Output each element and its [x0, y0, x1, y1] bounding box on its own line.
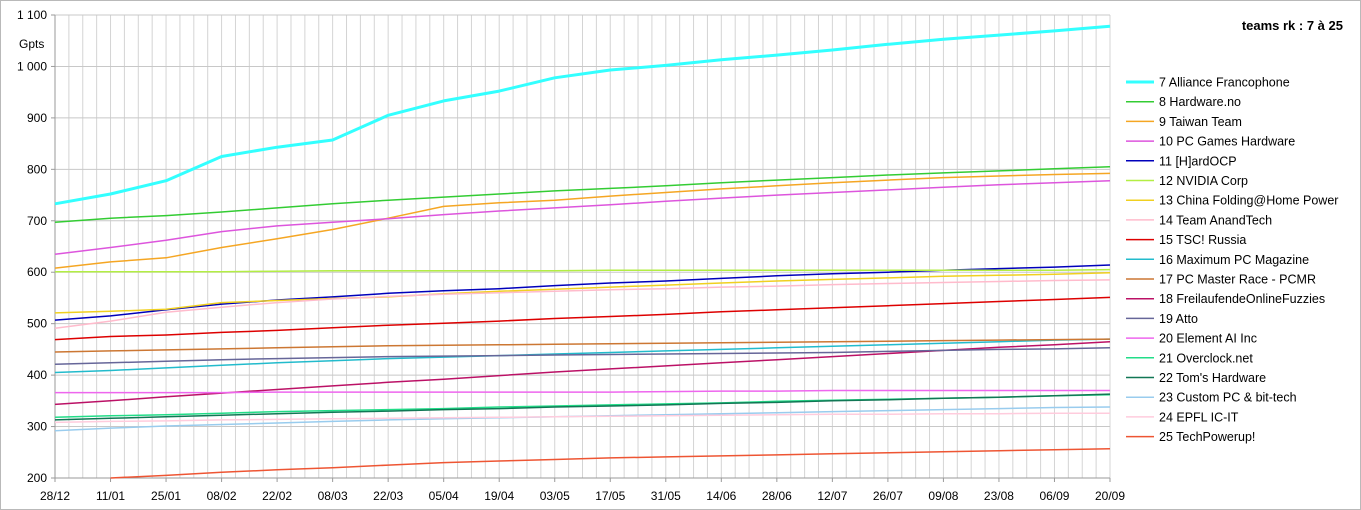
- legend-entry-label: 9 Taiwan Team: [1159, 115, 1242, 129]
- y-axis-unit-label: Gpts: [19, 37, 45, 51]
- x-tick-label: 28/06: [762, 489, 792, 503]
- legend-entry-label: 8 Hardware.no: [1159, 95, 1241, 109]
- y-tick-label: 900: [27, 111, 47, 125]
- legend-entry-label: 13 China Folding@Home Power: [1159, 194, 1338, 208]
- legend-entry-label: 19 Atto: [1159, 312, 1198, 326]
- legend-entry-label: 24 EPFL IC-IT: [1159, 410, 1239, 424]
- x-tick-label: 20/09: [1095, 489, 1125, 503]
- grid: [54, 14, 1111, 479]
- x-tick-label: 26/07: [873, 489, 903, 503]
- legend-entry-label: 15 TSC! Russia: [1159, 233, 1246, 247]
- y-tick-label: 1 100: [17, 8, 47, 22]
- legend-entry-label: 11 [H]ardOCP: [1159, 154, 1237, 168]
- x-tick-label: 08/03: [318, 489, 348, 503]
- x-tick-label: 22/03: [373, 489, 403, 503]
- x-tick-label: 25/01: [151, 489, 181, 503]
- legend: 7 Alliance Francophone 8 Hardware.no 9 Tai…: [1126, 76, 1338, 444]
- x-tick-label: 14/06: [706, 489, 736, 503]
- x-tick-label: 22/02: [262, 489, 292, 503]
- y-tick-label: 300: [27, 420, 47, 434]
- legend-entry-label: 17 PC Master Race - PCMR: [1159, 273, 1316, 287]
- x-tick-label: 12/07: [817, 489, 847, 503]
- y-tick-label: 200: [27, 471, 47, 485]
- x-tick-label: 31/05: [651, 489, 681, 503]
- legend-entry-label: 21 Overclock.net: [1159, 351, 1253, 365]
- legend-entry-label: 10 PC Games Hardware: [1159, 135, 1295, 149]
- x-tick-label: 19/04: [484, 489, 514, 503]
- legend-entry-label: 22 Tom's Hardware: [1159, 371, 1266, 385]
- legend-entry-label: 14 Team AnandTech: [1159, 213, 1272, 227]
- legend-entry-label: 23 Custom PC & bit-tech: [1159, 391, 1297, 405]
- legend-entry-label: 12 NVIDIA Corp: [1159, 174, 1248, 188]
- x-tick-label: 11/01: [96, 489, 125, 503]
- x-tick-label: 05/04: [429, 489, 459, 503]
- chart-title: teams rk : 7 à 25: [1241, 18, 1343, 33]
- legend-entry-label: 16 Maximum PC Magazine: [1159, 253, 1309, 267]
- y-tick-label: 800: [27, 162, 47, 176]
- legend-entry-label: 25 TechPowerup!: [1159, 430, 1255, 444]
- legend-entry-label: 7 Alliance Francophone: [1159, 76, 1290, 90]
- legend-entry-label: 18 FreilaufendeOnlineFuzzies: [1159, 292, 1325, 306]
- line-chart: 200 300 400 500 600 700 800 900 1 000 1 100 28/12 1…: [17, 8, 1338, 503]
- x-tick-label: 08/02: [207, 489, 237, 503]
- axes: 200 300 400 500 600 700 800 900 1 000 1 100 28/12 1…: [17, 8, 1125, 503]
- x-tick-label: 17/05: [595, 489, 625, 503]
- y-tick-label: 1 000: [17, 59, 47, 73]
- legend-entry-label: 20 Element AI Inc: [1159, 332, 1257, 346]
- x-tick-label: 28/12: [40, 489, 70, 503]
- x-tick-label: 23/08: [984, 489, 1014, 503]
- y-tick-label: 400: [27, 368, 47, 382]
- y-tick-label: 700: [27, 214, 47, 228]
- x-tick-label: 09/08: [928, 489, 958, 503]
- y-tick-label: 500: [27, 317, 47, 331]
- y-tick-label: 600: [27, 265, 47, 279]
- x-tick-label: 06/09: [1039, 489, 1069, 503]
- x-tick-label: 03/05: [540, 489, 570, 503]
